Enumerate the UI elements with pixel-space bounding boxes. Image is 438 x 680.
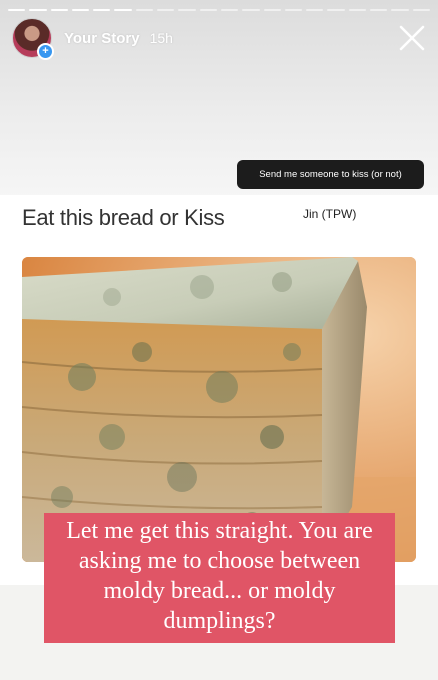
story-progress-segment — [29, 9, 47, 11]
story-progress-segment — [114, 9, 132, 11]
close-icon[interactable] — [398, 24, 426, 52]
story-progress-segment — [391, 9, 409, 11]
story-progress-segment — [412, 9, 430, 11]
story-progress-segment — [50, 9, 68, 11]
story-progress-segment — [348, 9, 367, 11]
story-progress-bar — [8, 9, 430, 11]
plus-icon[interactable]: + — [37, 43, 54, 60]
avatar[interactable]: + — [12, 18, 54, 60]
story-progress-segment — [306, 9, 324, 11]
question-sticker-label: Send me someone to kiss (or not) — [237, 160, 424, 189]
story-progress-segment — [284, 9, 303, 11]
story-header: + Your Story 15h — [12, 18, 173, 60]
story-progress-segment — [327, 9, 345, 11]
story-timestamp: 15h — [149, 30, 173, 46]
story-progress-segment — [220, 9, 239, 11]
story-progress-segment — [263, 9, 281, 11]
story-progress-segment — [370, 9, 388, 11]
story-progress-segment — [178, 9, 196, 11]
story-progress-segment — [93, 9, 111, 11]
story-progress-segment — [135, 9, 154, 11]
story-progress-segment — [71, 9, 90, 11]
story-progress-segment — [199, 9, 217, 11]
story-progress-segment — [157, 9, 175, 11]
story-username[interactable]: Your Story — [64, 30, 140, 47]
story-caption: Let me get this straight. You are asking… — [44, 513, 395, 643]
story-progress-segment — [242, 9, 260, 11]
meme-title: Eat this bread or Kiss — [22, 205, 225, 230]
meme-username: Jin (TPW) — [303, 207, 357, 221]
story-progress-segment — [8, 9, 26, 11]
